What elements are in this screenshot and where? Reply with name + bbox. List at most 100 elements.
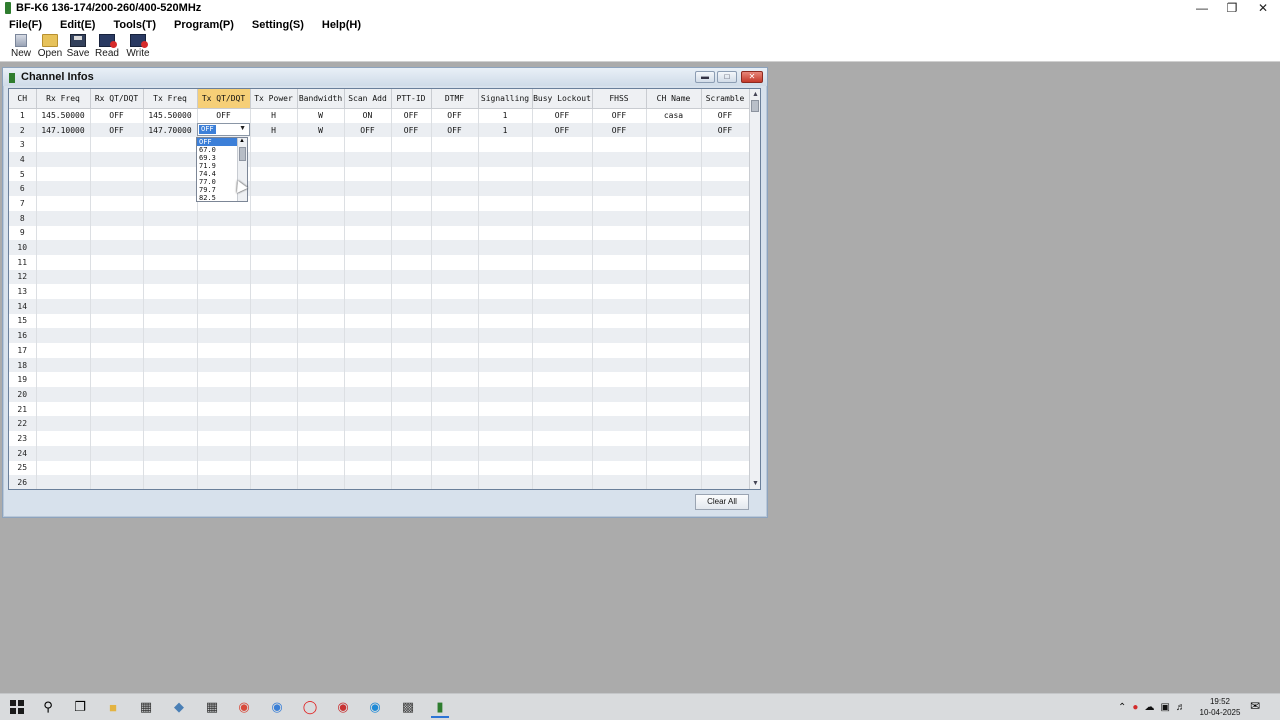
table-cell[interactable]	[391, 137, 432, 153]
table-cell[interactable]	[143, 431, 198, 446]
table-cell[interactable]	[701, 357, 750, 373]
volume-icon[interactable]: ♬	[1176, 702, 1186, 713]
table-cell[interactable]	[297, 343, 345, 358]
table-cell[interactable]	[592, 152, 647, 167]
table-cell[interactable]	[250, 240, 298, 255]
table-cell[interactable]	[478, 210, 533, 226]
table-row[interactable]: 2 147.10000 OFF 147.70000 H W OFF OFF OFF 1 OFF OFF…	[9, 122, 750, 138]
table-cell[interactable]	[646, 166, 702, 182]
column-header[interactable]: DTMF	[431, 89, 479, 109]
table-cell[interactable]	[297, 137, 345, 153]
table-cell[interactable]	[36, 416, 91, 432]
table-cell[interactable]	[592, 328, 647, 343]
table-cell[interactable]	[592, 357, 647, 373]
table-cell[interactable]	[197, 431, 251, 446]
table-cell[interactable]	[532, 284, 593, 299]
table-cell[interactable]	[646, 460, 702, 476]
table-cell[interactable]	[197, 254, 251, 270]
table-cell[interactable]	[532, 196, 593, 211]
table-cell[interactable]	[646, 387, 702, 402]
table-cell[interactable]	[36, 196, 91, 211]
table-cell[interactable]	[344, 401, 392, 417]
dropdown-option[interactable]: 77.0	[197, 178, 237, 186]
table-cell[interactable]	[250, 445, 298, 461]
menu-tools[interactable]: Tools(T)	[104, 19, 165, 31]
table-cell[interactable]	[36, 460, 91, 476]
table-cell[interactable]	[250, 298, 298, 314]
table-cell[interactable]	[344, 284, 392, 299]
table-cell[interactable]	[250, 137, 298, 153]
table-cell[interactable]	[36, 401, 91, 417]
table-cell[interactable]	[646, 284, 702, 299]
table-row[interactable]: 7	[9, 196, 750, 211]
table-cell[interactable]	[344, 313, 392, 329]
column-header[interactable]: Tx QT/DQT	[197, 89, 251, 109]
table-cell[interactable]	[478, 313, 533, 329]
opera-icon[interactable]: ◯	[301, 698, 319, 716]
table-cell[interactable]	[646, 328, 702, 343]
table-cell[interactable]	[344, 137, 392, 153]
scroll-up-icon[interactable]: ▲	[751, 90, 760, 99]
table-cell[interactable]	[391, 269, 432, 285]
table-cell[interactable]	[431, 137, 479, 153]
table-cell[interactable]	[297, 416, 345, 432]
table-cell[interactable]	[391, 357, 432, 373]
table-cell[interactable]	[197, 225, 251, 241]
antivirus-icon[interactable]: ●	[1132, 702, 1138, 713]
table-cell[interactable]	[90, 431, 144, 446]
table-cell[interactable]	[90, 254, 144, 270]
table-cell[interactable]	[701, 152, 750, 167]
table-cell[interactable]	[344, 475, 392, 489]
table-cell[interactable]	[36, 225, 91, 241]
table-cell[interactable]	[250, 225, 298, 241]
table-cell[interactable]	[592, 137, 647, 153]
table-cell[interactable]	[701, 445, 750, 461]
table-cell[interactable]: OFF	[532, 122, 593, 138]
table-cell[interactable]	[391, 210, 432, 226]
table-cell[interactable]	[701, 181, 750, 197]
vertical-scrollbar[interactable]: ▲ ▼	[749, 89, 760, 489]
table-cell[interactable]	[344, 269, 392, 285]
table-cell[interactable]	[297, 328, 345, 343]
table-cell[interactable]	[36, 298, 91, 314]
table-cell[interactable]	[478, 431, 533, 446]
table-cell[interactable]	[90, 445, 144, 461]
column-header[interactable]: CH	[9, 89, 37, 109]
table-cell[interactable]	[90, 298, 144, 314]
table-cell[interactable]	[532, 298, 593, 314]
table-cell[interactable]	[646, 357, 702, 373]
table-row[interactable]: 19	[9, 372, 750, 388]
table-cell[interactable]: OFF	[532, 108, 593, 123]
table-cell[interactable]	[344, 357, 392, 373]
table-cell[interactable]: OFF	[391, 108, 432, 123]
table-row[interactable]: 17	[9, 343, 750, 358]
table-cell[interactable]	[592, 284, 647, 299]
table-cell[interactable]: OFF	[344, 122, 392, 138]
table-cell[interactable]	[344, 210, 392, 226]
column-header[interactable]: PTT-ID	[391, 89, 432, 109]
table-cell[interactable]	[143, 343, 198, 358]
menu-file[interactable]: File(F)	[0, 19, 51, 31]
table-cell[interactable]	[250, 372, 298, 388]
table-cell[interactable]	[90, 137, 144, 153]
table-cell[interactable]	[646, 475, 702, 489]
minimize-button[interactable]: —	[1187, 0, 1217, 16]
column-header[interactable]: Tx Power	[250, 89, 298, 109]
table-cell[interactable]	[391, 240, 432, 255]
table-cell[interactable]	[478, 181, 533, 197]
chevron-up-icon[interactable]: ⌃	[1118, 702, 1126, 713]
table-cell[interactable]	[532, 445, 593, 461]
table-cell[interactable]	[532, 416, 593, 432]
table-cell[interactable]	[197, 343, 251, 358]
table-cell[interactable]: H	[250, 122, 298, 138]
table-cell[interactable]	[431, 431, 479, 446]
table-cell[interactable]: 1	[478, 122, 533, 138]
table-cell[interactable]	[391, 387, 432, 402]
table-cell[interactable]	[344, 387, 392, 402]
table-cell[interactable]	[431, 269, 479, 285]
table-cell[interactable]	[701, 240, 750, 255]
menu-edit[interactable]: Edit(E)	[51, 19, 104, 31]
calculator-icon[interactable]: ▦	[203, 698, 221, 716]
table-cell[interactable]	[36, 313, 91, 329]
table-cell[interactable]	[478, 387, 533, 402]
